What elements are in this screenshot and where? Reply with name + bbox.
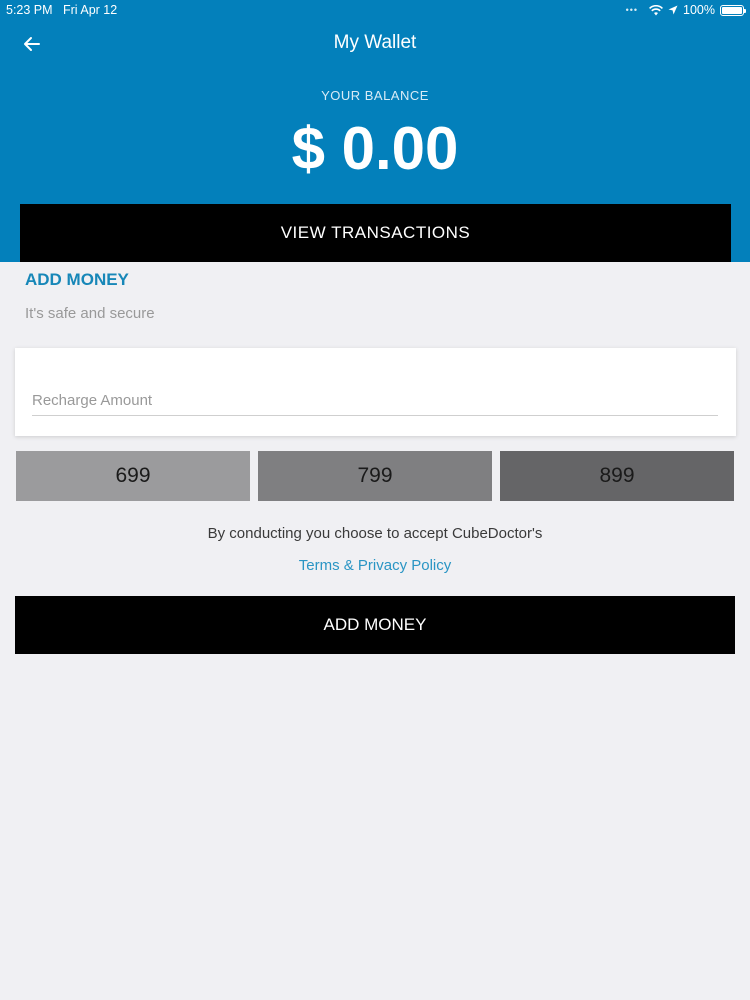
consent-text: By conducting you choose to accept CubeD…: [207, 525, 543, 542]
preset-amount-699[interactable]: 699: [16, 451, 250, 501]
preset-amount-799[interactable]: 799: [258, 451, 492, 501]
battery-percent: 100%: [683, 3, 715, 17]
balance-label: YOUR BALANCE: [321, 88, 429, 103]
page-title: My Wallet: [333, 32, 417, 53]
safe-secure-subtitle: It's safe and secure: [25, 305, 155, 322]
location-arrow-icon: [668, 5, 678, 15]
multitasking-dots-icon: •••: [625, 5, 639, 15]
add-money-button[interactable]: ADD MONEY: [15, 596, 735, 654]
balance-value: $ 0.00: [291, 115, 459, 182]
status-indicators: ••• 100%: [625, 3, 746, 17]
battery-icon: [720, 4, 746, 16]
add-money-heading: ADD MONEY: [25, 270, 129, 289]
recharge-amount-input[interactable]: [32, 386, 718, 416]
status-date: Fri Apr 12: [63, 3, 118, 17]
recharge-amount-card: [15, 348, 736, 436]
view-transactions-button[interactable]: VIEW TRANSACTIONS: [20, 204, 731, 262]
terms-privacy-link[interactable]: Terms & Privacy Policy: [0, 557, 750, 574]
status-bar: 5:23 PM Fri Apr 12 ••• 100%: [0, 0, 750, 22]
status-time: 5:23 PM: [6, 3, 53, 17]
preset-amount-899[interactable]: 899: [500, 451, 734, 501]
wifi-icon: [649, 4, 663, 15]
